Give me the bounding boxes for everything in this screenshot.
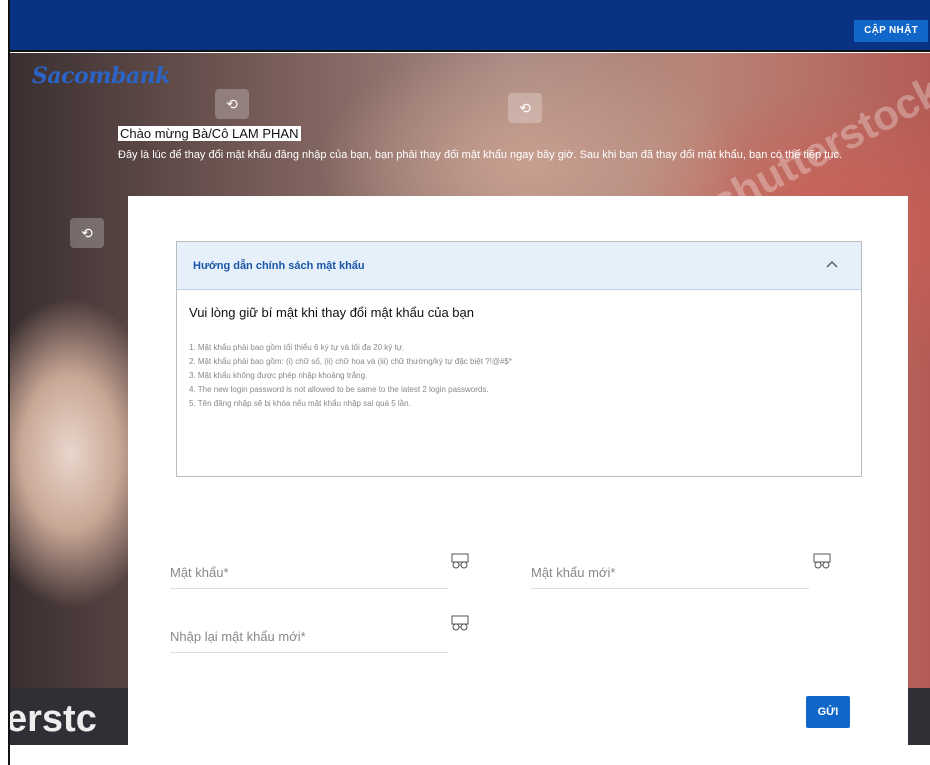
left-frame-border: [0, 0, 10, 765]
current-password-field[interactable]: Mật khẩu*: [170, 555, 448, 589]
new-password-label: Mật khẩu mới*: [531, 565, 616, 580]
current-password-label: Mật khẩu*: [170, 565, 229, 580]
show-password-icon[interactable]: [813, 552, 831, 570]
password-policy-panel: Hướng dẫn chính sách mật khẩu Vui lòng g…: [176, 241, 862, 477]
welcome-title: Chào mừng Bà/Cô LAM PHAN: [118, 126, 301, 141]
chevron-up-icon[interactable]: [825, 256, 839, 272]
welcome-block: Chào mừng Bà/Cô LAM PHAN: [118, 125, 301, 143]
show-password-icon[interactable]: [451, 552, 469, 570]
welcome-description: Đây là lúc để thay đổi mật khẩu đăng nhậ…: [118, 149, 842, 161]
hero-background: Sacombank shutterstock ⟲ ⟲ ⟲ erstc Chào …: [10, 53, 930, 745]
policy-rule: 5. Tên đăng nhập sẽ bị khóa nếu mật khẩu…: [189, 399, 411, 408]
policy-rule: 3. Mật khẩu không được phép nhập khoảng …: [189, 371, 368, 380]
policy-rules-list: 1. Mật khẩu phải bao gồm tối thiểu 6 ký …: [189, 341, 512, 411]
sacombank-logo: Sacombank: [32, 63, 170, 89]
update-button[interactable]: CẬP NHẬT: [854, 20, 928, 42]
submit-button[interactable]: GỬI: [806, 696, 850, 728]
policy-rule: 2. Mật khẩu phải bao gồm: (i) chữ số, (i…: [189, 357, 512, 366]
policy-header[interactable]: Hướng dẫn chính sách mật khẩu: [177, 242, 861, 290]
watermark-icon: ⟲: [508, 93, 542, 123]
policy-heading: Hướng dẫn chính sách mật khẩu: [193, 260, 365, 272]
watermark-icon: ⟲: [70, 218, 104, 248]
policy-subheading: Vui lòng giữ bí mật khi thay đổi mật khẩ…: [189, 305, 474, 320]
watermark-fragment: erstc: [10, 698, 97, 740]
watermark-icon: ⟲: [215, 89, 249, 119]
top-bar: CẬP NHẬT: [10, 0, 930, 52]
confirm-password-label: Nhập lại mật khẩu mới*: [170, 629, 306, 644]
confirm-password-field[interactable]: Nhập lại mật khẩu mới*: [170, 619, 448, 653]
policy-rule: 4. The new login password is not allowed…: [189, 385, 489, 394]
new-password-field[interactable]: Mật khẩu mới*: [531, 555, 809, 589]
show-password-icon[interactable]: [451, 614, 469, 632]
change-password-card: Hướng dẫn chính sách mật khẩu Vui lòng g…: [128, 196, 908, 745]
policy-rule: 1. Mật khẩu phải bao gồm tối thiểu 6 ký …: [189, 343, 405, 352]
